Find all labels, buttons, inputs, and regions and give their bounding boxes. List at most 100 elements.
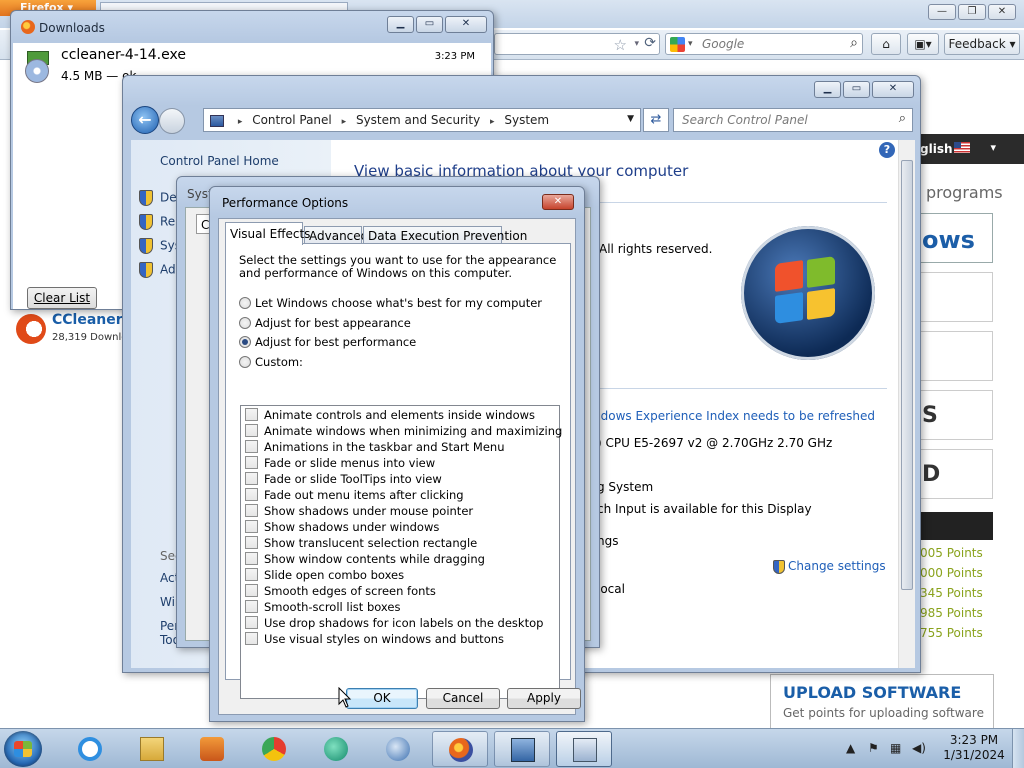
radio-best-performance[interactable]: Adjust for best performance (239, 335, 416, 349)
address-dropdown-icon[interactable]: ▼ (627, 114, 634, 124)
volume-icon[interactable]: ◀) (912, 741, 926, 755)
forward-button[interactable] (159, 108, 185, 134)
taskbar-app[interactable] (370, 731, 426, 767)
checkbox[interactable] (245, 520, 258, 533)
close-button[interactable]: ✕ (872, 81, 914, 98)
breadcrumb-control-panel[interactable]: Control Panel (252, 113, 332, 127)
effect-checkbox[interactable]: Use drop shadows for icon labels on the … (245, 616, 543, 630)
checkbox[interactable] (245, 472, 258, 485)
effect-checkbox[interactable]: Fade out menu items after clicking (245, 488, 464, 502)
show-hidden-icons-icon[interactable]: ▲ (846, 741, 855, 755)
search-icon[interactable]: ⌕ (899, 111, 906, 126)
tab-advanced[interactable]: Advanced (304, 226, 368, 244)
home-button[interactable]: ⌂ (871, 33, 901, 55)
breadcrumb-separator-icon[interactable]: ▸ (490, 117, 495, 127)
checkbox[interactable] (245, 584, 258, 597)
checkbox[interactable] (245, 552, 258, 565)
effect-checkbox[interactable]: Smooth edges of screen fonts (245, 584, 436, 598)
minimize-button[interactable]: ▁ (387, 16, 414, 33)
effect-checkbox[interactable]: Fade or slide ToolTips into view (245, 472, 442, 486)
checkbox[interactable] (245, 632, 258, 645)
search-engine-dropdown-icon[interactable]: ▾ (688, 39, 693, 49)
radio-button[interactable] (239, 356, 251, 368)
visual-effects-list[interactable]: Animate controls and elements inside win… (240, 405, 562, 699)
refresh-button[interactable]: ⇄ (643, 108, 669, 132)
close-button[interactable]: ✕ (445, 16, 487, 33)
taskbar-app[interactable] (62, 731, 118, 767)
breadcrumb-separator-icon[interactable]: ▸ (342, 117, 347, 127)
bookmark-star-icon[interactable]: ☆ (614, 36, 627, 54)
effect-checkbox[interactable]: Animations in the taskbar and Start Menu (245, 440, 505, 454)
network-icon[interactable]: ▦ (890, 741, 901, 755)
checkbox[interactable] (245, 616, 258, 629)
maximize-button[interactable]: ▭ (843, 81, 870, 98)
reload-icon[interactable]: ⟳ (644, 35, 656, 51)
radio-button-selected[interactable] (239, 336, 251, 348)
control-panel-home-link[interactable]: Control Panel Home (160, 154, 279, 168)
apply-button[interactable]: Apply (507, 688, 581, 709)
clear-list-button[interactable]: Clear List (27, 287, 97, 309)
effect-checkbox[interactable]: Slide open combo boxes (245, 568, 404, 582)
checkbox[interactable] (245, 536, 258, 549)
windows-experience-index-link[interactable]: ndows Experience Index needs to be refre… (593, 409, 875, 423)
feedback-button[interactable]: Feedback ▾ (944, 33, 1020, 55)
control-panel-search[interactable]: Search Control Panel ⌕ (673, 108, 913, 132)
radio-best-appearance[interactable]: Adjust for best appearance (239, 316, 411, 330)
effect-checkbox[interactable]: Show shadows under windows (245, 520, 439, 534)
taskbar-app-control-panel[interactable] (494, 731, 550, 767)
maximize-button[interactable]: ▭ (416, 16, 443, 33)
tab-data-execution-prevention[interactable]: Data Execution Prevention (363, 226, 527, 244)
taskbar-app-system-properties[interactable] (556, 731, 612, 767)
system-clock[interactable]: 3:23 PM 1/31/2024 (940, 733, 1008, 763)
scrollbar-thumb[interactable] (901, 160, 913, 590)
breadcrumb-system-security[interactable]: System and Security (356, 113, 480, 127)
checkbox[interactable] (245, 600, 258, 613)
taskbar-app[interactable] (184, 731, 240, 767)
ff-maximize-button[interactable]: ❐ (958, 4, 986, 20)
checkbox[interactable] (245, 456, 258, 469)
start-button[interactable] (4, 731, 42, 767)
effect-checkbox[interactable]: Show translucent selection rectangle (245, 536, 477, 550)
taskbar-app-firefox[interactable] (432, 731, 488, 767)
checkbox[interactable] (245, 488, 258, 501)
change-settings-link[interactable]: Change settings (773, 559, 886, 574)
radio-button[interactable] (239, 297, 251, 309)
effect-checkbox[interactable]: Animate controls and elements inside win… (245, 408, 535, 422)
back-button[interactable]: ← (131, 106, 159, 134)
checkbox[interactable] (245, 568, 258, 581)
ff-close-button[interactable]: ✕ (988, 4, 1016, 20)
breadcrumb-system[interactable]: System (504, 113, 549, 127)
checkbox[interactable] (245, 408, 258, 421)
google-icon[interactable] (670, 37, 685, 52)
help-icon[interactable]: ? (879, 142, 895, 158)
checkbox[interactable] (245, 424, 258, 437)
cancel-button[interactable]: Cancel (426, 688, 500, 709)
action-center-flag-icon[interactable]: ⚑ (868, 741, 879, 755)
taskbar-app[interactable] (124, 731, 180, 767)
effect-checkbox[interactable]: Fade or slide menus into view (245, 456, 435, 470)
effect-checkbox[interactable]: Animate windows when minimizing and maxi… (245, 424, 562, 438)
effect-checkbox[interactable]: Use visual styles on windows and buttons (245, 632, 504, 646)
taskbar-app[interactable] (308, 731, 364, 767)
minimize-button[interactable]: ▁ (814, 81, 841, 98)
effect-checkbox[interactable]: Show shadows under mouse pointer (245, 504, 473, 518)
upload-software-banner[interactable]: UPLOAD SOFTWARE Get points for uploading… (770, 674, 994, 730)
search-box[interactable]: ▾ Google ⌕ (665, 33, 863, 55)
taskbar-app[interactable] (246, 731, 302, 767)
radio-custom[interactable]: Custom: (239, 355, 303, 369)
checkbox[interactable] (245, 504, 258, 517)
url-dropdown-icon[interactable]: ▾ (634, 39, 639, 49)
radio-button[interactable] (239, 317, 251, 329)
effect-checkbox[interactable]: Show window contents while dragging (245, 552, 485, 566)
ccleaner-listing[interactable]: CCleaner 28,319 Downlo (14, 312, 134, 352)
close-button[interactable]: ✕ (542, 194, 574, 210)
task-link[interactable]: Sys (139, 238, 181, 254)
radio-let-windows-choose[interactable]: Let Windows choose what's best for my co… (239, 296, 542, 310)
vertical-scrollbar[interactable] (898, 140, 915, 668)
tab-visual-effects[interactable]: Visual Effects (225, 222, 310, 245)
effect-checkbox[interactable]: Smooth-scroll list boxes (245, 600, 400, 614)
ok-button[interactable]: OK (346, 688, 418, 709)
address-bar[interactable]: ▸ Control Panel ▸ System and Security ▸ … (203, 108, 641, 132)
url-bar[interactable]: ☆ ▾ ⟳ (494, 33, 660, 55)
ff-minimize-button[interactable]: — (928, 4, 956, 20)
